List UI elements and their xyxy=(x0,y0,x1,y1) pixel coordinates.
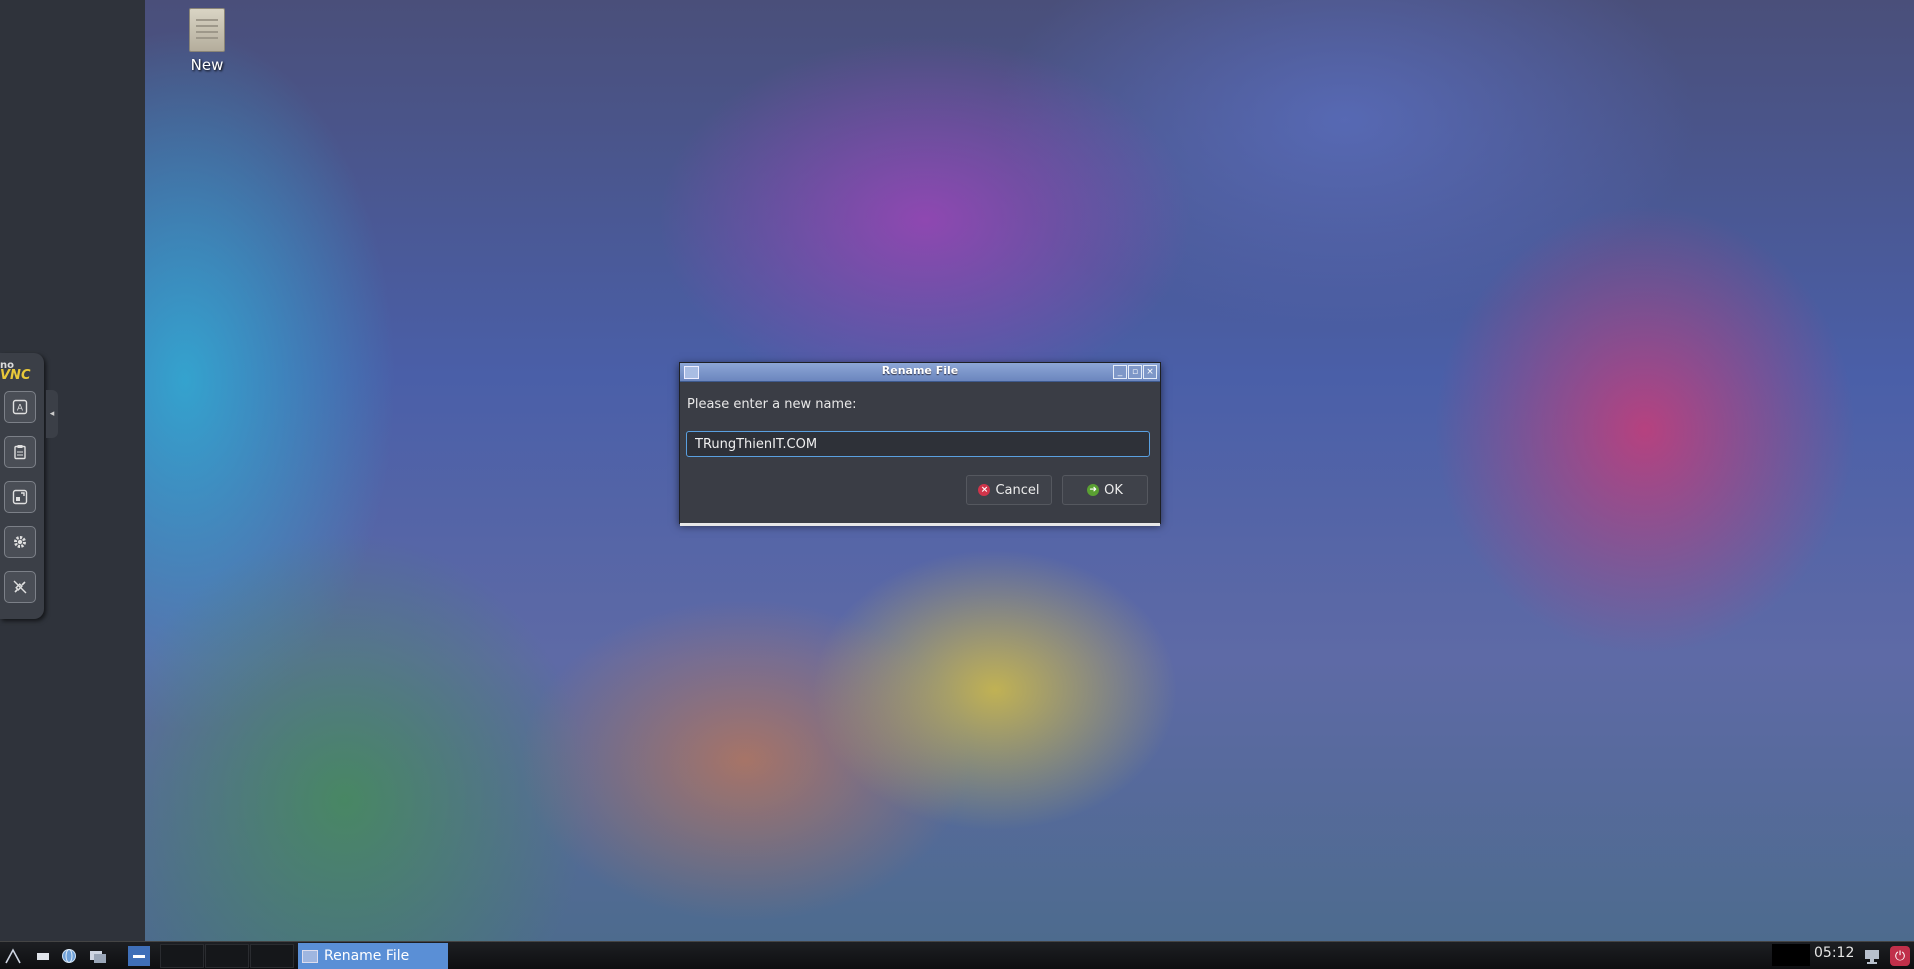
taskbar-task-rename-file[interactable]: Rename File xyxy=(298,943,448,969)
minimize-icon[interactable]: _ xyxy=(1113,365,1127,379)
workspace-2-button[interactable] xyxy=(160,944,204,968)
workspace-3-button[interactable] xyxy=(205,944,249,968)
rename-prompt: Please enter a new name: xyxy=(687,397,857,412)
taskbar: Rename File 05:12 ⏻ xyxy=(0,941,1914,969)
novnc-control-bar-handle[interactable]: ◂ xyxy=(46,390,58,438)
start-menu-icon[interactable] xyxy=(3,946,23,966)
novnc-logo-vnc: VNC xyxy=(0,368,31,383)
desktop-file-icon-new[interactable]: New xyxy=(177,8,237,74)
tray-area[interactable] xyxy=(1772,944,1810,966)
dialog-title: Rename File xyxy=(881,364,959,377)
fullscreen-icon[interactable] xyxy=(4,481,36,513)
clipboard-icon[interactable] xyxy=(4,436,36,468)
ok-arrow-icon: ➜ xyxy=(1087,484,1100,496)
close-icon[interactable]: × xyxy=(1143,365,1157,379)
dialog-bottom-border xyxy=(680,523,1160,526)
new-name-input[interactable] xyxy=(686,431,1150,457)
ok-button[interactable]: ➜ OK xyxy=(1062,475,1148,505)
screen: New no VNC A ◂ Rename File _ ▫ × Please … xyxy=(0,0,1914,969)
clock[interactable]: 05:12 xyxy=(1814,945,1854,961)
novnc-logo: no VNC xyxy=(0,361,40,385)
workspace-4-button[interactable] xyxy=(250,944,294,968)
desktop-icon-label: New xyxy=(190,56,224,74)
cancel-icon: × xyxy=(978,484,991,496)
file-manager-icon[interactable] xyxy=(88,946,108,966)
workspace-1-button[interactable] xyxy=(128,946,150,966)
chevron-left-icon: ◂ xyxy=(49,409,55,419)
power-icon[interactable]: ⏻ xyxy=(1890,946,1910,966)
novnc-control-bar: no VNC A xyxy=(0,353,44,619)
keyboard-icon[interactable]: A xyxy=(4,391,36,423)
ok-button-label: OK xyxy=(1104,482,1123,498)
settings-icon[interactable] xyxy=(4,526,36,558)
task-label: Rename File xyxy=(324,948,410,964)
dialog-titlebar[interactable]: Rename File _ ▫ × xyxy=(680,363,1160,382)
cancel-button-label: Cancel xyxy=(995,482,1040,498)
disconnect-icon[interactable] xyxy=(4,571,36,603)
window-icon xyxy=(302,949,318,963)
cancel-button[interactable]: × Cancel xyxy=(966,475,1052,505)
rename-file-dialog: Rename File _ ▫ × Please enter a new nam… xyxy=(679,362,1161,526)
maximize-icon[interactable]: ▫ xyxy=(1128,365,1142,379)
file-icon xyxy=(189,8,225,52)
show-desktop-icon[interactable] xyxy=(33,946,53,966)
network-icon[interactable] xyxy=(1862,946,1882,966)
browser-icon[interactable] xyxy=(59,946,79,966)
svg-text:A: A xyxy=(17,404,24,414)
